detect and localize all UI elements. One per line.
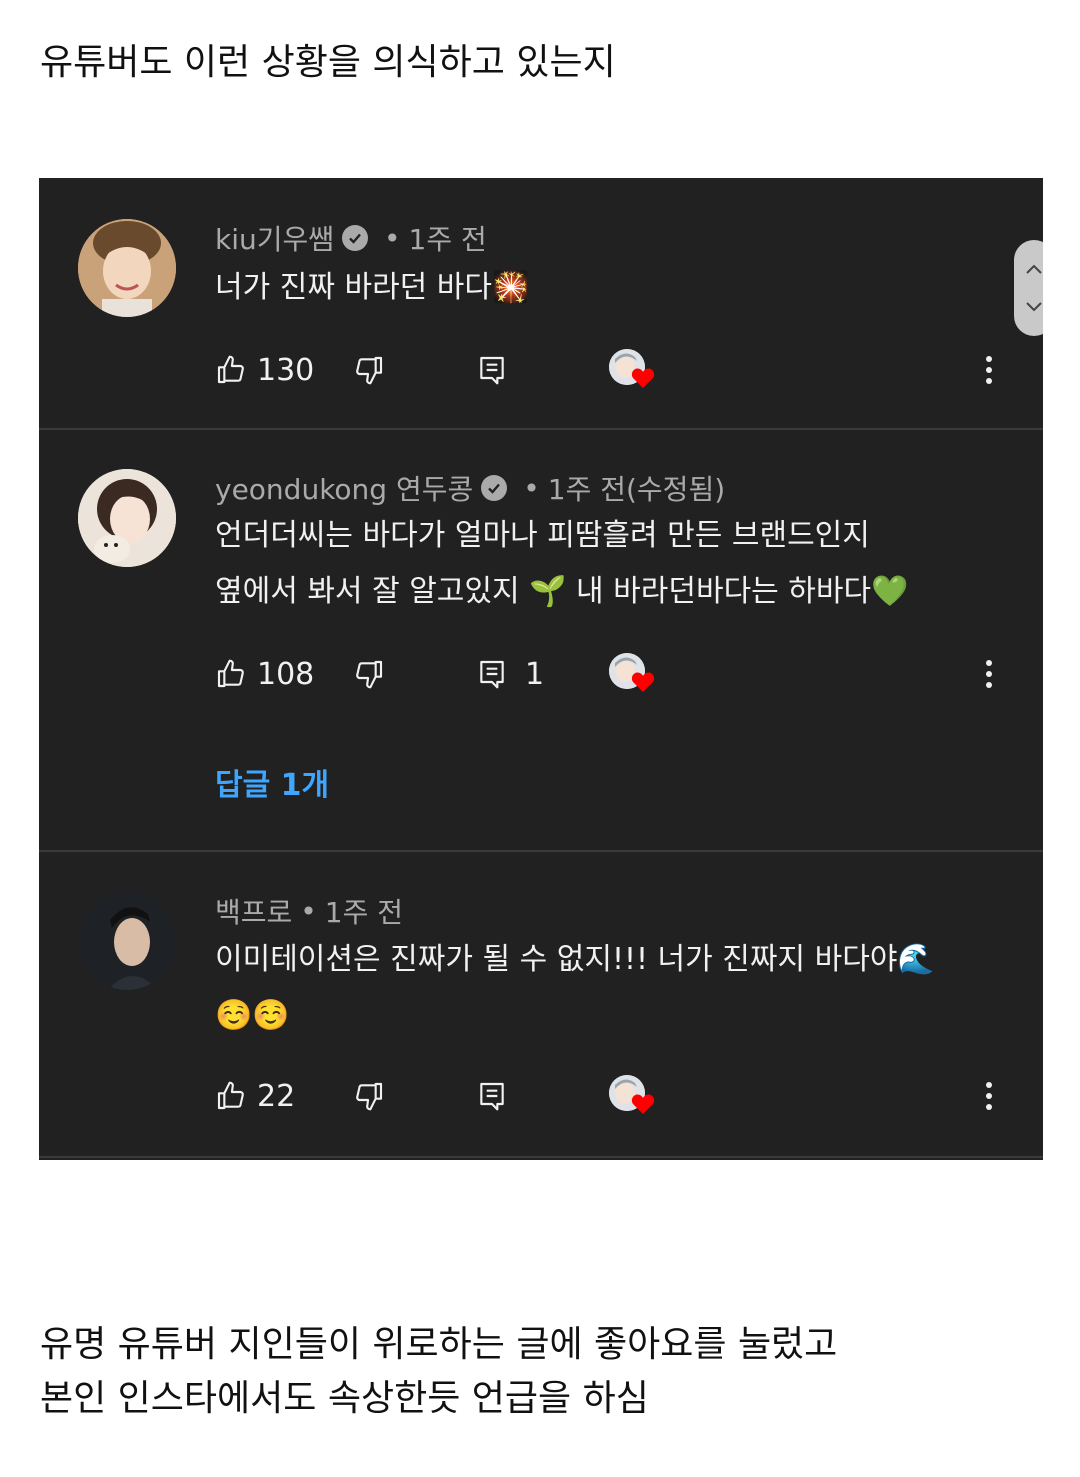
avatar[interactable] bbox=[78, 892, 176, 990]
meta-separator: • bbox=[384, 221, 401, 255]
dislike-button[interactable] bbox=[353, 1072, 385, 1120]
more-options-button[interactable] bbox=[985, 650, 993, 698]
comment-actions: 22 bbox=[215, 1072, 1015, 1120]
comment-time[interactable]: 1주 전 bbox=[409, 218, 487, 258]
comment-time[interactable]: 1주 전(수정됨) bbox=[548, 468, 725, 508]
scroll-handle[interactable] bbox=[1014, 240, 1043, 336]
reply-count: 1 bbox=[525, 656, 545, 692]
like-count: 108 bbox=[257, 656, 315, 692]
avatar[interactable] bbox=[78, 219, 176, 317]
thumbs-down-icon bbox=[356, 1082, 383, 1111]
creator-heart-button[interactable] bbox=[609, 1072, 655, 1120]
more-vert-icon bbox=[986, 356, 992, 384]
like-count: 22 bbox=[257, 1078, 296, 1114]
creator-heart-icon bbox=[609, 651, 655, 697]
reply-icon bbox=[480, 660, 504, 689]
chevron-down-icon[interactable] bbox=[1025, 301, 1043, 313]
comment-meta: kiu기우쌤 • 1주 전 bbox=[215, 218, 487, 258]
thumbs-up-icon bbox=[217, 1081, 244, 1110]
chevron-up-icon[interactable] bbox=[1025, 263, 1043, 275]
reply-button[interactable] bbox=[477, 346, 525, 394]
comment-author[interactable]: yeondukong 연두콩 bbox=[215, 468, 473, 508]
comment-divider bbox=[39, 1156, 1043, 1158]
reply-button[interactable] bbox=[477, 1072, 525, 1120]
like-count: 130 bbox=[257, 352, 315, 388]
comment-time[interactable]: 1주 전 bbox=[325, 891, 403, 931]
comment-text: 너가 진짜 바라던 바다🎇 bbox=[215, 260, 529, 316]
like-button[interactable]: 130 bbox=[215, 346, 314, 394]
post-bottom-line: 유명 유튜버 지인들이 위로하는 글에 좋아요를 눌렀고 bbox=[40, 1324, 838, 1365]
post-bottom-text: 유명 유튜버 지인들이 위로하는 글에 좋아요를 눌렀고 본인 인스타에서도 속… bbox=[40, 1318, 837, 1426]
reply-icon bbox=[480, 1082, 504, 1111]
comment-divider bbox=[39, 850, 1043, 852]
comment-actions: 130 bbox=[215, 346, 1015, 394]
comment-text-line: ☺️☺️ bbox=[215, 998, 290, 1033]
comment-text: 이미테이션은 진짜가 될 수 없지!!! 너가 진짜지 바다야🌊 ☺️☺️ bbox=[215, 932, 935, 1044]
comment-item: 백프로 • 1주 전 이미테이션은 진짜가 될 수 없지!!! 너가 진짜지 바… bbox=[39, 854, 1043, 1160]
dislike-button[interactable] bbox=[353, 650, 385, 698]
comment-divider bbox=[39, 428, 1043, 430]
avatar[interactable] bbox=[78, 469, 176, 567]
comment-item: yeondukong 연두콩 • 1주 전(수정됨) 언더더씨는 바다가 얼마나… bbox=[39, 432, 1043, 852]
dislike-button[interactable] bbox=[353, 346, 385, 394]
creator-heart-button[interactable] bbox=[609, 346, 655, 394]
youtube-comments-panel: kiu기우쌤 • 1주 전 너가 진짜 바라던 바다🎇 130 yeonduko… bbox=[39, 178, 1043, 1160]
view-replies-link[interactable]: 답글 1개 bbox=[215, 760, 329, 804]
comment-text: 언더더씨는 바다가 얼마나 피땀흘려 만든 브랜드인지 옆에서 봐서 잘 알고있… bbox=[215, 508, 908, 620]
comment-author[interactable]: kiu기우쌤 bbox=[215, 218, 334, 258]
more-vert-icon bbox=[986, 660, 992, 688]
verified-check-icon bbox=[481, 475, 508, 501]
creator-heart-icon bbox=[609, 347, 655, 393]
reply-button[interactable]: 1 bbox=[477, 650, 544, 698]
comment-author[interactable]: 백프로 bbox=[215, 891, 292, 931]
more-options-button[interactable] bbox=[985, 346, 993, 394]
creator-heart-button[interactable] bbox=[609, 650, 655, 698]
comment-item: kiu기우쌤 • 1주 전 너가 진짜 바라던 바다🎇 130 bbox=[39, 178, 1043, 430]
comment-text-line: 언더더씨는 바다가 얼마나 피땀흘려 만든 브랜드인지 bbox=[215, 518, 870, 553]
thumbs-down-icon bbox=[356, 660, 383, 689]
more-options-button[interactable] bbox=[985, 1072, 993, 1120]
meta-separator: • bbox=[300, 894, 317, 928]
thumbs-up-icon bbox=[217, 659, 244, 688]
reply-icon bbox=[480, 356, 504, 385]
comment-meta: 백프로 • 1주 전 bbox=[215, 891, 403, 931]
verified-check-icon bbox=[342, 225, 369, 251]
comment-text-line: 이미테이션은 진짜가 될 수 없지!!! 너가 진짜지 바다야🌊 bbox=[215, 942, 935, 977]
creator-heart-icon bbox=[609, 1073, 655, 1119]
post-top-text: 유튜버도 이런 상황을 의식하고 있는지 bbox=[40, 42, 616, 83]
comment-text-line: 옆에서 봐서 잘 알고있지 🌱 내 바라던바다는 하바다💚 bbox=[215, 574, 909, 609]
post-bottom-line: 본인 인스타에서도 속상한듯 언급을 하심 bbox=[40, 1378, 649, 1419]
comment-meta: yeondukong 연두콩 • 1주 전(수정됨) bbox=[215, 468, 725, 508]
comment-actions: 108 1 bbox=[215, 650, 1015, 698]
like-button[interactable]: 22 bbox=[215, 1072, 295, 1120]
like-button[interactable]: 108 bbox=[215, 650, 314, 698]
thumbs-down-icon bbox=[356, 356, 383, 385]
meta-separator: • bbox=[523, 471, 540, 505]
more-vert-icon bbox=[986, 1082, 992, 1110]
comment-text-line: 너가 진짜 바라던 바다🎇 bbox=[215, 270, 530, 305]
thumbs-up-icon bbox=[217, 355, 244, 384]
